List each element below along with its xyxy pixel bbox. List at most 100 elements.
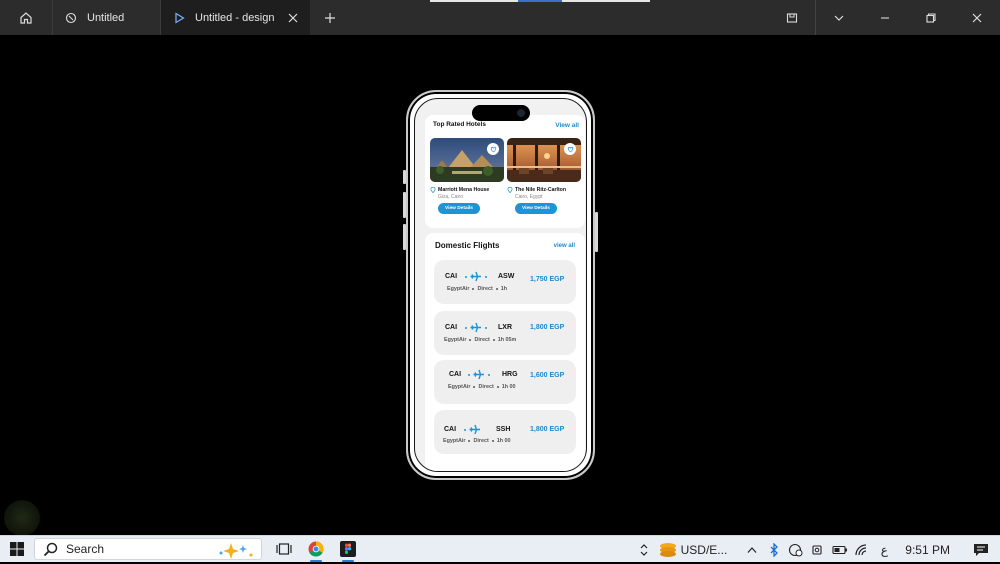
- minimize-button[interactable]: [862, 0, 908, 35]
- taskbar: Search USD/E... ع 9:51 PM: [0, 535, 1000, 562]
- watermark-logo: [4, 500, 40, 536]
- flight-price: 1,800 EGP: [530, 324, 565, 331]
- hotels-section-title: Top Rated Hotels: [433, 121, 486, 128]
- flight-price: 1,800 EGP: [530, 426, 565, 433]
- home-icon: [20, 11, 32, 24]
- tab-label: Untitled: [87, 11, 125, 24]
- view-details-button[interactable]: View Details: [515, 203, 557, 214]
- favorite-button[interactable]: [564, 143, 576, 155]
- hotel-location: Giza, Cairo: [438, 194, 464, 200]
- flight-destination: LXR: [498, 324, 512, 331]
- show-hidden-icons-button[interactable]: [741, 546, 763, 554]
- flight-destination: SSH: [496, 426, 511, 433]
- window-panel-icon: [786, 12, 798, 23]
- figma-file-icon: [65, 12, 77, 24]
- currency-widget-icon: [655, 541, 681, 559]
- task-view-icon: [276, 543, 292, 555]
- hotel-name: Marriott Mena House: [430, 187, 504, 193]
- flight-origin: CAI: [445, 324, 458, 331]
- view-details-button[interactable]: View Details: [438, 203, 480, 214]
- tab-label: Untitled - design: [195, 11, 275, 24]
- menu-dropdown-button[interactable]: [816, 0, 862, 35]
- currency-widget-text[interactable]: USD/E...: [681, 543, 728, 557]
- favorite-button[interactable]: [487, 143, 499, 155]
- tab-untitled[interactable]: Untitled: [52, 0, 160, 35]
- tab-untitled-design[interactable]: Untitled - design: [160, 0, 310, 35]
- flight-item[interactable]: CAI HRG 1,600 EGP EgyptAir Direct 1h 00: [434, 360, 576, 404]
- flight-origin: CAI: [449, 371, 462, 378]
- clock[interactable]: 9:51 PM: [905, 543, 950, 557]
- heart-icon: [567, 146, 573, 152]
- hotel-card[interactable]: The Nile Ritz-Carlton Cairo, Egypt View …: [507, 138, 581, 214]
- new-tab-button[interactable]: [310, 0, 350, 35]
- hotel-image: [507, 138, 581, 182]
- search-input[interactable]: Search: [34, 538, 262, 560]
- phone-screen: Top Rated Hotels View all Marriott Mena …: [414, 98, 587, 472]
- flights-section-title: Domestic Flights: [435, 241, 500, 250]
- figma-icon: [340, 541, 356, 557]
- title-bar: Untitled Untitled - design: [0, 0, 1000, 35]
- search-label: Search: [66, 542, 105, 556]
- bluetooth-icon[interactable]: [763, 542, 785, 557]
- start-button[interactable]: [0, 542, 34, 556]
- flight-details: EgyptAir Direct 1h 00: [448, 384, 516, 390]
- phone-side-button: [403, 224, 406, 250]
- phone-side-button: [403, 192, 406, 218]
- scroll-arrows[interactable]: [633, 543, 655, 557]
- design-canvas[interactable]: Top Rated Hotels View all Marriott Mena …: [0, 35, 1000, 535]
- phone-side-button: [403, 170, 406, 184]
- hotel-location: Cairo, Egypt: [515, 194, 543, 200]
- domestic-flights-card: Domestic Flights view all CAI ASW 1,750 …: [425, 233, 585, 471]
- close-icon: [972, 13, 982, 22]
- flight-item[interactable]: CAI LXR 1,800 EGP EgyptAir Direct 1h 05m: [434, 311, 576, 355]
- webcam-icon[interactable]: [807, 543, 829, 557]
- flight-item[interactable]: CAI SSH 1,800 EGP EgyptAir Direct 1h 00: [434, 410, 576, 454]
- flight-route: [465, 322, 487, 333]
- hotel-image: [430, 138, 504, 182]
- input-language[interactable]: ع: [873, 543, 895, 557]
- flight-details: EgyptAir Direct 1h 05m: [444, 337, 517, 343]
- wifi-icon[interactable]: [851, 543, 873, 557]
- flight-price: 1,600 EGP: [530, 372, 565, 379]
- hotel-card[interactable]: Marriott Mena House Giza, Cairo View Det…: [430, 138, 504, 214]
- restore-icon: [926, 12, 936, 23]
- hotel-name: The Nile Ritz-Carlton: [507, 187, 581, 193]
- plus-icon: [325, 12, 335, 23]
- flight-route: [468, 369, 490, 380]
- location-pin-icon: [507, 187, 513, 193]
- task-view-button[interactable]: [268, 536, 300, 563]
- flight-details: EgyptAir Direct 1h 00: [443, 438, 511, 444]
- battery-icon[interactable]: [829, 544, 851, 556]
- hotels-view-all-link[interactable]: View all: [555, 122, 579, 129]
- airplane-icon: [473, 369, 484, 380]
- chevron-updown-icon: [640, 543, 648, 556]
- dynamic-island: [471, 105, 530, 121]
- close-window-button[interactable]: [954, 0, 1000, 35]
- flight-item[interactable]: CAI ASW 1,750 EGP EgyptAir Direct 1h: [434, 260, 576, 304]
- minimize-icon: [881, 16, 889, 19]
- copilot-sparkle-icon: [215, 541, 255, 564]
- airplane-icon: [470, 271, 481, 282]
- chrome-icon: [308, 541, 324, 557]
- notifications-button[interactable]: [970, 543, 992, 557]
- flights-view-all-link[interactable]: view all: [554, 243, 575, 249]
- system-tray: USD/E... ع 9:51 PM: [633, 536, 1000, 563]
- chrome-taskbar-button[interactable]: [300, 536, 332, 563]
- flight-destination: ASW: [498, 273, 515, 280]
- notification-icon: [974, 543, 988, 556]
- restore-button[interactable]: [908, 0, 954, 35]
- network-settings-icon[interactable]: [785, 543, 807, 557]
- figma-taskbar-button[interactable]: [332, 536, 364, 563]
- windows-icon: [10, 542, 24, 556]
- phone-frame[interactable]: Top Rated Hotels View all Marriott Mena …: [403, 90, 598, 480]
- chevron-up-icon: [747, 546, 757, 553]
- top-rated-hotels-card: Top Rated Hotels View all Marriott Mena …: [425, 115, 585, 228]
- window-panel-button[interactable]: [769, 0, 815, 35]
- airplane-icon: [470, 322, 481, 333]
- flight-details: EgyptAir Direct 1h: [447, 286, 508, 292]
- drag-region[interactable]: [350, 0, 769, 35]
- home-button[interactable]: [0, 0, 52, 35]
- close-tab-icon[interactable]: [288, 13, 298, 23]
- flight-destination: HRG: [502, 371, 518, 378]
- location-pin-icon: [430, 187, 436, 193]
